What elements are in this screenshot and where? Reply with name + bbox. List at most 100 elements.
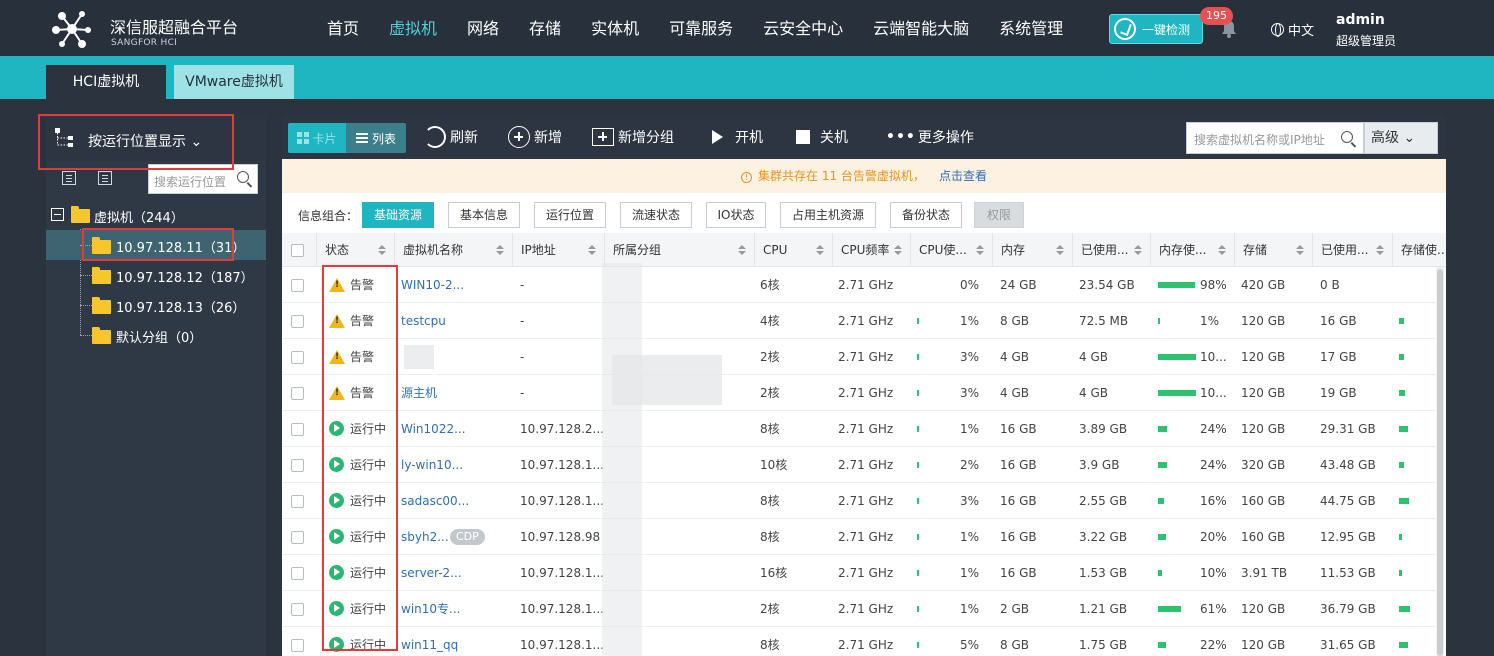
row-checkbox[interactable] bbox=[291, 423, 304, 436]
power-off-button[interactable]: 关机 bbox=[796, 123, 848, 151]
filter-chip-location[interactable]: 运行位置 bbox=[534, 202, 606, 228]
table-row[interactable]: 运行中 server-2... 10.97.128.1... 16核 2.71 GHz 1… bbox=[282, 555, 1436, 591]
storage-size: 420 GB bbox=[1241, 278, 1286, 292]
add-group-button[interactable]: 新增分组 bbox=[592, 123, 674, 151]
filter-chip-host-resources[interactable]: 占用主机资源 bbox=[780, 202, 876, 228]
language-switch[interactable]: 中文 bbox=[1271, 20, 1314, 39]
table-row[interactable]: 运行中 sadasc00... 10.97.128.1... 8核 2.71 GHz 3%… bbox=[282, 483, 1436, 519]
vm-search-input[interactable]: 搜索虚拟机名称或IP地址 bbox=[1186, 122, 1364, 154]
row-checkbox[interactable] bbox=[291, 387, 304, 400]
column-header-name[interactable]: 虚拟机名称 bbox=[394, 233, 512, 267]
card-view-button[interactable]: 卡片 bbox=[288, 123, 346, 153]
table-row[interactable]: 告警 源主机 - 2核 2.71 GHz 3% 4 GB 4 GB 10... 120 GB 19 … bbox=[282, 375, 1436, 411]
column-header-storage-used[interactable]: 已使用... bbox=[1312, 233, 1392, 267]
one-click-check-button[interactable]: 一键检测 bbox=[1109, 14, 1203, 44]
sort-icon bbox=[1376, 245, 1384, 255]
play-icon bbox=[712, 130, 723, 144]
advanced-search-button[interactable]: 高级 ⌄ bbox=[1364, 122, 1438, 154]
search-icon[interactable] bbox=[1341, 131, 1353, 143]
view-mode-selector[interactable]: 按运行位置显示 ⌄ bbox=[46, 115, 266, 161]
filter-chip-basic-info[interactable]: 基本信息 bbox=[448, 202, 520, 228]
vm-name-link[interactable]: testcpu bbox=[401, 303, 446, 339]
expand-all-icon[interactable] bbox=[98, 171, 112, 185]
nav-storage[interactable]: 存储 bbox=[514, 0, 576, 56]
row-checkbox[interactable] bbox=[291, 351, 304, 364]
user-name[interactable]: admin bbox=[1336, 12, 1385, 28]
collapse-toggle-icon[interactable] bbox=[51, 208, 64, 221]
nav-home[interactable]: 首页 bbox=[312, 0, 374, 56]
memory-usage-bar bbox=[1158, 534, 1166, 540]
row-checkbox[interactable] bbox=[291, 459, 304, 472]
nav-physical[interactable]: 实体机 bbox=[576, 0, 654, 56]
table-row[interactable]: 运行中 win10专... 10.97.128.1... 2核 2.71 GHz 1% 2 … bbox=[282, 591, 1436, 627]
column-header-storage-usage[interactable]: 存储使... bbox=[1392, 233, 1448, 267]
column-header-cpu[interactable]: CPU bbox=[754, 233, 832, 267]
table-row[interactable]: 运行中 ly-win10... 10.97.128.1... 10核 2.71 GHz 2… bbox=[282, 447, 1436, 483]
vm-name-link[interactable]: sbyh2... bbox=[401, 519, 449, 555]
column-header-cpu-freq[interactable]: CPU频率 bbox=[832, 233, 910, 267]
row-checkbox[interactable] bbox=[291, 279, 304, 292]
vm-name-link[interactable]: Win1022... bbox=[401, 411, 466, 447]
vm-name-link[interactable]: ly-win10... bbox=[401, 447, 463, 483]
tree-item-default-group[interactable]: 默认分组（0） bbox=[46, 320, 266, 350]
vm-name-link[interactable]: server-2... bbox=[401, 555, 462, 591]
tab-hci-vm[interactable]: HCI虚拟机 bbox=[46, 65, 166, 99]
filter-chip-io-status[interactable]: IO状态 bbox=[706, 202, 766, 228]
collapse-all-icon[interactable] bbox=[62, 171, 76, 185]
column-header-ip[interactable]: IP地址 bbox=[512, 233, 604, 267]
row-checkbox[interactable] bbox=[291, 603, 304, 616]
column-header-mem-usage[interactable]: 内存使... bbox=[1150, 233, 1234, 267]
refresh-button[interactable]: 刷新 bbox=[424, 123, 478, 151]
table-row[interactable]: 告警 - 2核 2.71 GHz 3% 4 GB 4 GB 10... 120 GB 17 GB bbox=[282, 339, 1436, 375]
table-row[interactable]: 告警 testcpu - 4核 2.71 GHz 1% 8 GB 72.5 MB 1% 120 G… bbox=[282, 303, 1436, 339]
table-row[interactable]: 运行中 sbyh2... CDP 10.97.128.98 8核 2.71 GHz 1% 16… bbox=[282, 519, 1436, 555]
row-checkbox[interactable] bbox=[291, 495, 304, 508]
nav-security[interactable]: 云安全中心 bbox=[748, 0, 858, 56]
search-icon[interactable] bbox=[237, 171, 249, 183]
warning-icon bbox=[329, 386, 345, 400]
nav-cloud-brain[interactable]: 云端智能大脑 bbox=[858, 0, 984, 56]
vm-name-link[interactable]: WIN10-2... bbox=[401, 267, 464, 303]
column-header-mem-used[interactable]: 已使用... bbox=[1072, 233, 1150, 267]
nav-vm[interactable]: 虚拟机 bbox=[374, 0, 452, 56]
column-header-status[interactable]: 状态 bbox=[316, 233, 394, 267]
nav-reliability[interactable]: 可靠服务 bbox=[654, 0, 748, 56]
filter-chip-flow-status[interactable]: 流速状态 bbox=[620, 202, 692, 228]
tree-item-host-11[interactable]: 10.97.128.11（31） bbox=[46, 230, 266, 260]
vm-name-link[interactable]: 源主机 bbox=[401, 375, 437, 411]
tree-root-vm[interactable]: 虚拟机（244） bbox=[46, 201, 266, 229]
table-scrollbar[interactable] bbox=[1436, 267, 1444, 656]
row-checkbox[interactable] bbox=[291, 531, 304, 544]
column-header-storage[interactable]: 存储 bbox=[1234, 233, 1312, 267]
alert-view-link[interactable]: 点击查看 bbox=[939, 169, 987, 183]
row-checkbox[interactable] bbox=[291, 639, 304, 652]
filter-chip-backup-status[interactable]: 备份状态 bbox=[890, 202, 962, 228]
nav-system[interactable]: 系统管理 bbox=[984, 0, 1078, 56]
vm-name-link[interactable]: sadasc00... bbox=[401, 483, 469, 519]
vm-name-link[interactable]: win10专... bbox=[401, 591, 460, 627]
scrollbar-thumb[interactable] bbox=[1437, 269, 1443, 656]
vm-name-link[interactable]: win11_qq bbox=[401, 627, 458, 656]
tree-item-host-13[interactable]: 10.97.128.13（26） bbox=[46, 290, 266, 320]
row-checkbox[interactable] bbox=[291, 567, 304, 580]
tab-vmware-vm[interactable]: VMware虚拟机 bbox=[174, 65, 294, 99]
row-checkbox[interactable] bbox=[291, 315, 304, 328]
more-actions-button[interactable]: ••• 更多操作 bbox=[886, 123, 974, 151]
power-on-button[interactable]: 开机 bbox=[712, 123, 763, 151]
list-view-button[interactable]: 列表 bbox=[346, 123, 406, 153]
nav-network[interactable]: 网络 bbox=[452, 0, 514, 56]
column-header-memory[interactable]: 内存 bbox=[992, 233, 1072, 267]
table-row[interactable]: 运行中 win11_qq 10.97.128.1... 8核 2.71 GHz 5% 8 G… bbox=[282, 627, 1436, 656]
add-vm-button[interactable]: 新增 bbox=[508, 123, 562, 151]
location-search-input[interactable]: 搜索运行位置 bbox=[148, 164, 258, 194]
column-header-cpu-usage[interactable]: CPU使... bbox=[910, 233, 992, 267]
filter-chip-basic-resources[interactable]: 基础资源 bbox=[362, 202, 434, 228]
select-all-checkbox[interactable] bbox=[291, 244, 304, 257]
table-row[interactable]: 运行中 Win1022... 10.97.128.2... 8核 2.71 GHz 1% 1… bbox=[282, 411, 1436, 447]
tree-item-host-12[interactable]: 10.97.128.12（187） bbox=[46, 260, 266, 290]
table-row[interactable]: 告警 WIN10-2... - 6核 2.71 GHz 0% 24 GB 23.54 GB 98… bbox=[282, 267, 1436, 303]
storage-usage-bar bbox=[1399, 534, 1402, 540]
advanced-search-label: 高级 bbox=[1371, 130, 1399, 146]
column-header-group[interactable]: 所属分组 bbox=[604, 233, 754, 267]
tree-item-label: 10.97.128.13（26） bbox=[116, 301, 246, 316]
